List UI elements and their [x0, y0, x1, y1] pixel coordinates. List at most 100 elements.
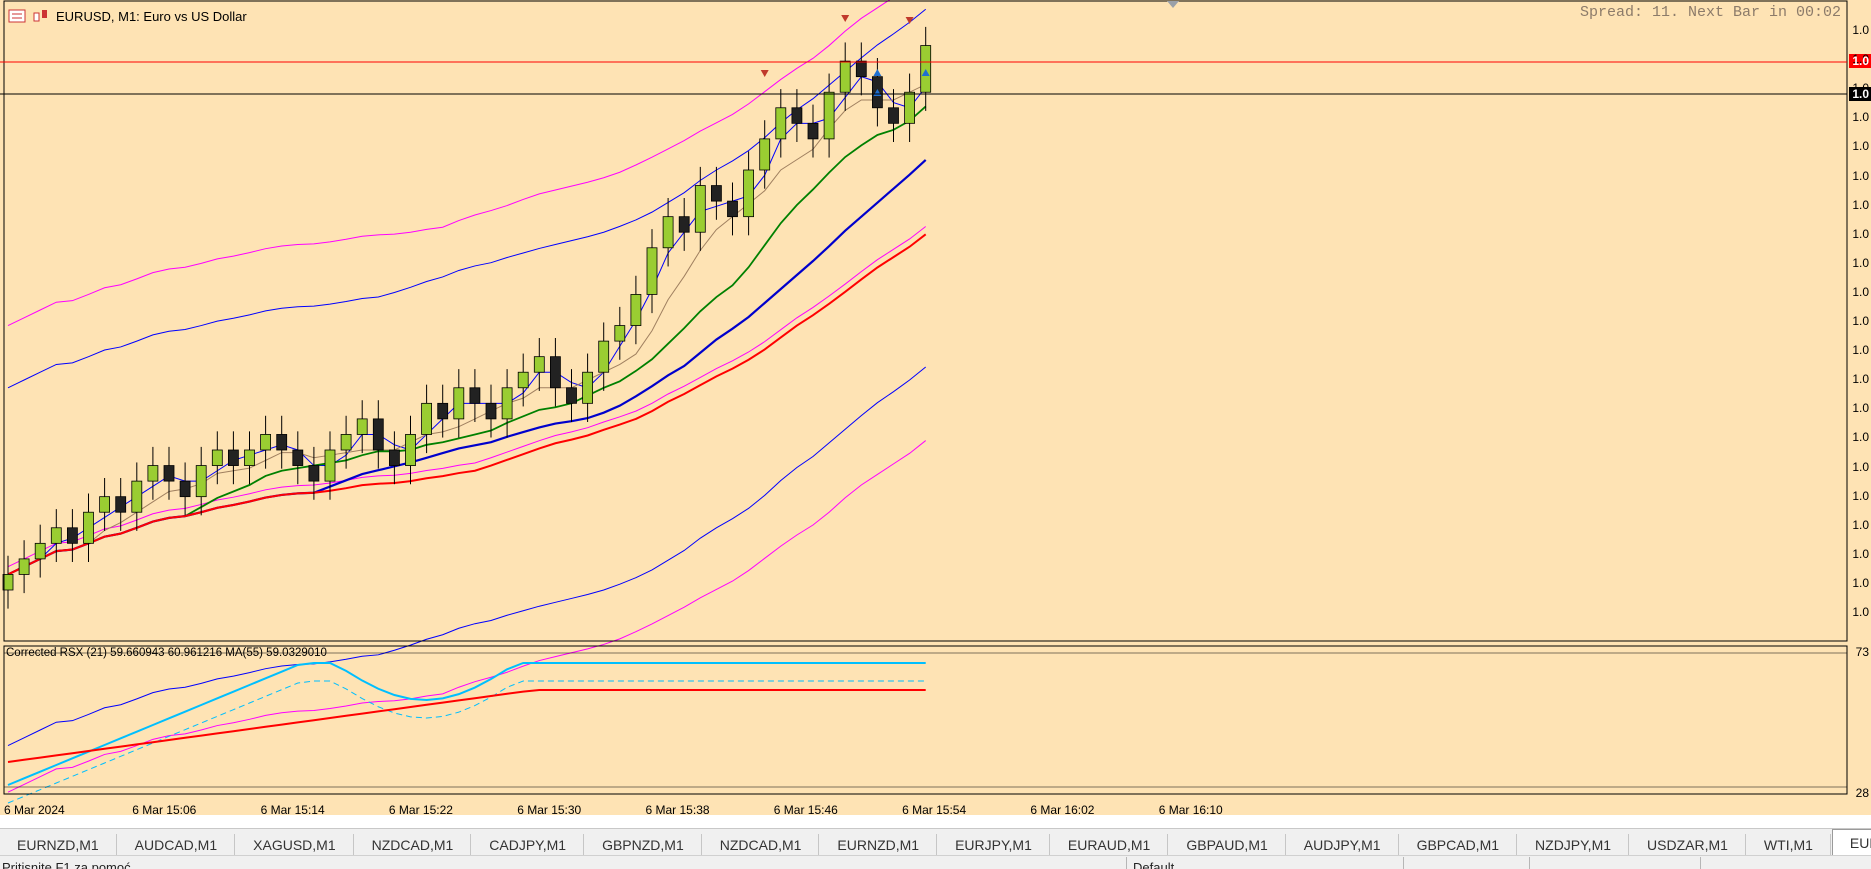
bull-candle: [131, 480, 143, 513]
bear-candle: [711, 185, 722, 202]
bull-candle: [517, 371, 529, 389]
time-tick-label: 6 Mar 15:46: [773, 803, 838, 817]
price-tick-label: 1.0: [1852, 168, 1869, 183]
bull-candle: [421, 402, 433, 435]
bull-candle: [83, 511, 94, 544]
bull-candle: [211, 449, 223, 466]
price-tick-label: 1.0: [1852, 430, 1869, 445]
price-tick-label: 1.0: [1852, 23, 1869, 37]
candle-chart-icon[interactable]: [32, 9, 50, 23]
price-tick-label: 1.0: [1852, 575, 1869, 590]
symbol-tab[interactable]: EURAUD,M1: [1051, 834, 1169, 856]
symbol-tab[interactable]: AUDJPY,M1: [1287, 834, 1399, 856]
bear-candle: [372, 418, 384, 451]
price-tick-label: 1.0: [1852, 401, 1869, 416]
time-tick-label: 6 Mar 2024: [4, 803, 65, 817]
price-tick-label: 1.0: [1852, 139, 1869, 154]
status-separator: [1529, 857, 1530, 869]
bull-candle: [533, 356, 545, 373]
symbol-tab[interactable]: GBPAUD,M1: [1169, 834, 1286, 856]
symbol-tab[interactable]: GBPCAD,M1: [1400, 834, 1518, 856]
time-tick-label: 6 Mar 15:14: [260, 803, 325, 817]
symbol-tab[interactable]: CADJPY,M1: [472, 834, 585, 856]
bull-candle: [147, 465, 159, 482]
price-tick-label: 1.0: [1852, 314, 1869, 328]
price-tick-label: 1.0: [1852, 110, 1869, 125]
bull-candle: [614, 325, 626, 342]
bear-candle: [115, 496, 127, 513]
bull-candle: [34, 542, 46, 560]
bear-candle: [276, 434, 288, 451]
bull-candle: [582, 371, 593, 404]
bull-candle: [195, 465, 207, 498]
bull-candle: [324, 449, 336, 482]
time-tick-label: 6 Mar 15:54: [902, 803, 967, 817]
status-separator: [1126, 857, 1127, 869]
bull-candle: [598, 340, 610, 373]
rsx-ma-line: [7, 689, 926, 763]
time-tick-label: 6 Mar 15:06: [132, 803, 197, 817]
bear-candle: [855, 60, 867, 78]
symbol-tab[interactable]: NZDJPY,M1: [1518, 834, 1630, 856]
chart-area[interactable]: EURUSD, M1: Euro vs US Dollar Spread: 11…: [0, 0, 1871, 817]
symbol-tab[interactable]: NZDCAD,M1: [355, 834, 472, 856]
symbol-tab[interactable]: AUDCAD,M1: [118, 834, 236, 856]
status-bar: Pritisnite F1 za pomoć Default: [0, 855, 1871, 869]
symbol-tab[interactable]: XAGUSD,M1: [236, 834, 354, 856]
time-tick-label: 6 Mar 15:38: [645, 803, 710, 817]
bull-candle: [839, 60, 851, 93]
sell-arrow-icon: [760, 70, 769, 77]
symbol-tab[interactable]: NZDCAD,M1: [703, 834, 820, 856]
symbol-tab[interactable]: EURUSD,M1: [1831, 829, 1871, 856]
price-tick-label: 1.0: [1852, 255, 1869, 270]
price-tick-label: 1.0: [1852, 546, 1869, 561]
bull-candle: [775, 107, 787, 140]
status-separator: [1700, 857, 1701, 869]
symbol-tab[interactable]: EURJPY,M1: [938, 834, 1050, 856]
bear-candle: [292, 449, 304, 466]
bear-candle: [550, 356, 561, 389]
band-middle-magenta: [7, 226, 927, 568]
bull-candle: [646, 247, 658, 295]
time-tick-label: 6 Mar 16:10: [1158, 803, 1223, 817]
bear-candle: [566, 387, 577, 404]
chart-menu-icon[interactable]: [8, 9, 26, 23]
symbol-tab[interactable]: WTI,M1: [1747, 834, 1831, 856]
bull-candle: [260, 434, 272, 451]
symbol-tab[interactable]: GBPNZD,M1: [585, 834, 702, 856]
symbol-tab[interactable]: EURNZD,M1: [0, 834, 117, 856]
symbol-tab[interactable]: USDZAR,M1: [1630, 834, 1746, 856]
price-tick-label: 1.0: [1852, 459, 1869, 474]
time-tick-label: 6 Mar 16:02: [1030, 803, 1095, 817]
status-separator: [1403, 857, 1404, 869]
band-upper-magenta: [7, 0, 891, 327]
bear-candle: [67, 527, 78, 544]
ma-fast-line: [7, 76, 927, 575]
bull-candle: [244, 449, 255, 466]
chart-title: EURUSD, M1: Euro vs US Dollar: [56, 8, 247, 24]
price-tick-label: 1.0: [1852, 284, 1869, 299]
bear-candle: [437, 402, 449, 420]
price-tick-label: 1.0: [1852, 372, 1869, 387]
rsx-level-low: 28: [1855, 786, 1869, 800]
spread-info: Spread: 11. Next Bar in 00:02: [1579, 4, 1841, 21]
ma-green-line: [7, 105, 927, 576]
bull-candle: [694, 185, 706, 233]
symbol-tabs: EURNZD,M1 AUDCAD,M1 XAGUSD,M1 NZDCAD,M1 CADJ…: [0, 828, 1871, 856]
bull-candle: [759, 138, 771, 171]
bull-candle: [823, 91, 835, 140]
bear-candle: [388, 449, 400, 466]
price-tick-label: 1.0: [1852, 226, 1869, 241]
symbol-tab[interactable]: EURNZD,M1: [820, 834, 938, 856]
chart-shift-marker: [1167, 1, 1179, 8]
ma-brown-line: [7, 83, 926, 575]
time-tick-label: 6 Mar 15:30: [517, 803, 582, 817]
bear-candle: [308, 465, 320, 482]
rsx-level-high: 73: [1855, 645, 1869, 659]
bear-candle: [678, 216, 690, 233]
indicator-frame: [3, 645, 1848, 795]
bear-candle: [179, 480, 191, 498]
price-tick-label: 1.0: [1852, 488, 1869, 503]
chart-canvas[interactable]: [0, 0, 1871, 815]
bull-candle: [920, 45, 932, 93]
